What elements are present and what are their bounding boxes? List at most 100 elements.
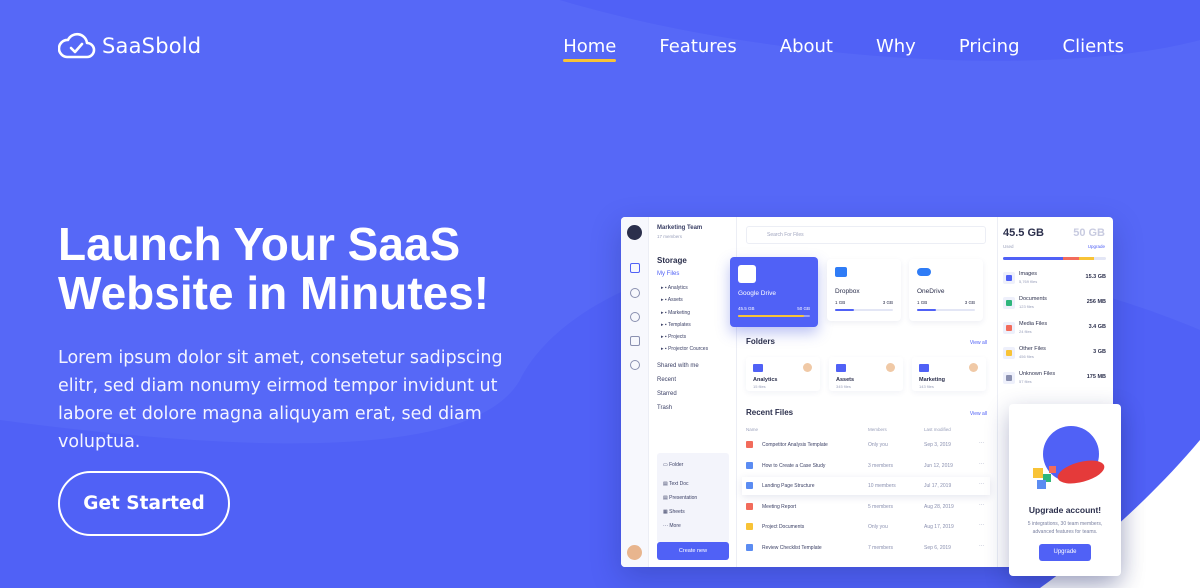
cloud-progress	[917, 309, 975, 311]
presentation-option[interactable]: ▤ Presentation	[663, 495, 697, 501]
file-type-size: 3 GB	[1093, 349, 1106, 355]
brand-logo[interactable]: SaaSbold	[58, 31, 201, 61]
file-type-item[interactable]: Documents 123 files 256 MB	[1003, 294, 1106, 314]
folder-icon	[836, 364, 846, 372]
files-icon[interactable]	[630, 263, 640, 273]
trash-link[interactable]: Trash	[657, 405, 672, 411]
folder-name: Assets	[836, 377, 855, 383]
user-icon[interactable]	[630, 312, 640, 322]
onedrive-icon	[917, 268, 931, 276]
file-type-name: Media Files	[1019, 321, 1048, 327]
file-members: 10 members	[868, 483, 896, 489]
recent-view-all[interactable]: View all	[970, 411, 987, 417]
more-icon[interactable]: ···	[979, 522, 984, 528]
folder-card[interactable]: Assets 345 files	[829, 357, 903, 391]
search-input[interactable]: Search For Files	[746, 226, 986, 244]
text-doc-option[interactable]: ▤ Text Doc	[663, 481, 688, 487]
folder-count: 345 files	[836, 384, 851, 389]
file-date: Aug 28, 2019	[924, 503, 954, 510]
folder-card[interactable]: Marketing 143 files	[912, 357, 986, 391]
file-type-item[interactable]: Other Files 456 files 3 GB	[1003, 344, 1106, 364]
file-icon	[746, 461, 753, 469]
file-members: 7 members	[868, 544, 894, 551]
storage-sidebar: Marketing Team 17 members Storage My Fil…	[649, 217, 737, 567]
cloud-name: OneDrive	[917, 288, 945, 295]
folder-count: 143 files	[919, 384, 934, 389]
nav-about[interactable]: About	[780, 36, 833, 57]
team-members: 17 members	[657, 234, 683, 239]
dropbox-card[interactable]: Dropbox 1 GB 3 GB	[827, 259, 901, 321]
upgrade-link[interactable]: Upgrade	[1088, 244, 1105, 249]
file-name: Review Checklist Template	[762, 544, 822, 551]
table-row[interactable]: Landing Page Structure 10 members Jul 17, …	[742, 477, 990, 495]
folders-view-all[interactable]: View all	[970, 340, 987, 346]
file-name: How to Create a Case Study	[762, 462, 826, 469]
column-modified[interactable]: Last modified	[924, 427, 951, 432]
more-option[interactable]: ··· More	[663, 523, 681, 529]
create-new-button[interactable]: Create new	[657, 542, 729, 560]
file-icon	[746, 502, 753, 510]
tree-item[interactable]: ▸ ▪ Projects	[661, 334, 708, 346]
team-name[interactable]: Marketing Team	[657, 225, 702, 231]
file-type-icon	[1003, 372, 1015, 384]
dropbox-icon	[835, 267, 847, 277]
nav-home[interactable]: Home	[563, 36, 617, 62]
tree-item[interactable]: ▸ ▪ Templates	[661, 322, 708, 334]
starred-link[interactable]: Starred	[657, 391, 677, 397]
table-row[interactable]: Review Checklist Template 7 members Sep 6,…	[742, 539, 990, 557]
upgrade-button[interactable]: Upgrade	[1039, 544, 1091, 561]
avatar	[886, 363, 895, 372]
shared-link[interactable]: Shared with me	[657, 363, 699, 369]
recent-link[interactable]: Recent	[657, 377, 676, 383]
nav-features[interactable]: Features	[659, 36, 736, 57]
upgrade-card: Upgrade account! 5 integrations, 30 team…	[1009, 404, 1121, 576]
more-icon[interactable]: ···	[979, 543, 984, 549]
tree-item[interactable]: ▸ ▪ Analytics	[661, 285, 708, 297]
file-name: Project Documents	[762, 524, 805, 530]
onedrive-card[interactable]: OneDrive 1 GB 3 GB	[909, 259, 983, 321]
settings-icon[interactable]	[630, 360, 640, 370]
file-type-icon	[1003, 322, 1015, 334]
time-icon[interactable]	[630, 288, 640, 298]
more-icon[interactable]: ···	[979, 461, 984, 467]
nav-clients[interactable]: Clients	[1063, 36, 1125, 57]
folder-option[interactable]: ▭ Folder	[663, 462, 683, 468]
more-icon[interactable]: ···	[979, 481, 984, 487]
nav-why[interactable]: Why	[876, 36, 916, 57]
my-files-link[interactable]: My Files	[657, 271, 679, 277]
file-type-item[interactable]: Media Files 24 files 3.4 GB	[1003, 319, 1106, 339]
tree-item[interactable]: ▸ ▪ Projector Cources	[661, 346, 708, 358]
folder-card[interactable]: Analytics 15 files	[746, 357, 820, 391]
google-drive-card[interactable]: Google Drive 45.5 GB 50 GB	[730, 257, 818, 327]
nav-pricing[interactable]: Pricing	[959, 36, 1020, 57]
folder-count: 15 files	[753, 384, 766, 389]
file-type-icon	[1003, 347, 1015, 359]
get-started-button[interactable]: Get Started	[58, 471, 230, 536]
file-date: Sep 6, 2019	[924, 544, 951, 551]
table-row[interactable]: Competitor Analysis Template Only you Sep …	[742, 436, 990, 454]
more-icon[interactable]: ···	[979, 440, 984, 446]
tree-item[interactable]: ▸ ▪ Marketing	[661, 310, 708, 322]
hero-description: Lorem ipsum dolor sit amet, consetetur s…	[58, 348, 503, 452]
table-row[interactable]: How to Create a Case Study 3 members Jun 1…	[742, 457, 990, 475]
file-type-icon	[1003, 272, 1015, 284]
file-type-size: 15.3 GB	[1085, 274, 1106, 280]
avatar[interactable]	[627, 545, 642, 560]
document-icon[interactable]	[630, 336, 640, 346]
table-row[interactable]: Meeting Report 5 members Aug 28, 2019 ···	[742, 498, 990, 516]
column-name[interactable]: Name	[746, 427, 758, 432]
tree-item[interactable]: ▸ ▪ Assets	[661, 297, 708, 309]
table-row[interactable]: Project Documents Only you Aug 17, 2019 ···	[742, 518, 990, 536]
file-type-count: 57 files	[1019, 379, 1032, 384]
more-icon[interactable]: ···	[979, 502, 984, 508]
file-type-size: 175 MB	[1086, 374, 1106, 380]
cloud-progress	[738, 315, 810, 317]
sheets-option[interactable]: ▦ Sheets	[663, 509, 685, 515]
folder-name: Marketing	[919, 377, 945, 383]
file-type-item[interactable]: Unknown Files 57 files 175 MB	[1003, 369, 1106, 389]
column-members[interactable]: Members	[868, 427, 887, 432]
file-date: Jul 17, 2019	[924, 483, 952, 489]
avatar	[803, 363, 812, 372]
file-type-item[interactable]: Images 5,769 files 15.3 GB	[1003, 269, 1106, 289]
file-type-count: 456 files	[1019, 354, 1034, 359]
